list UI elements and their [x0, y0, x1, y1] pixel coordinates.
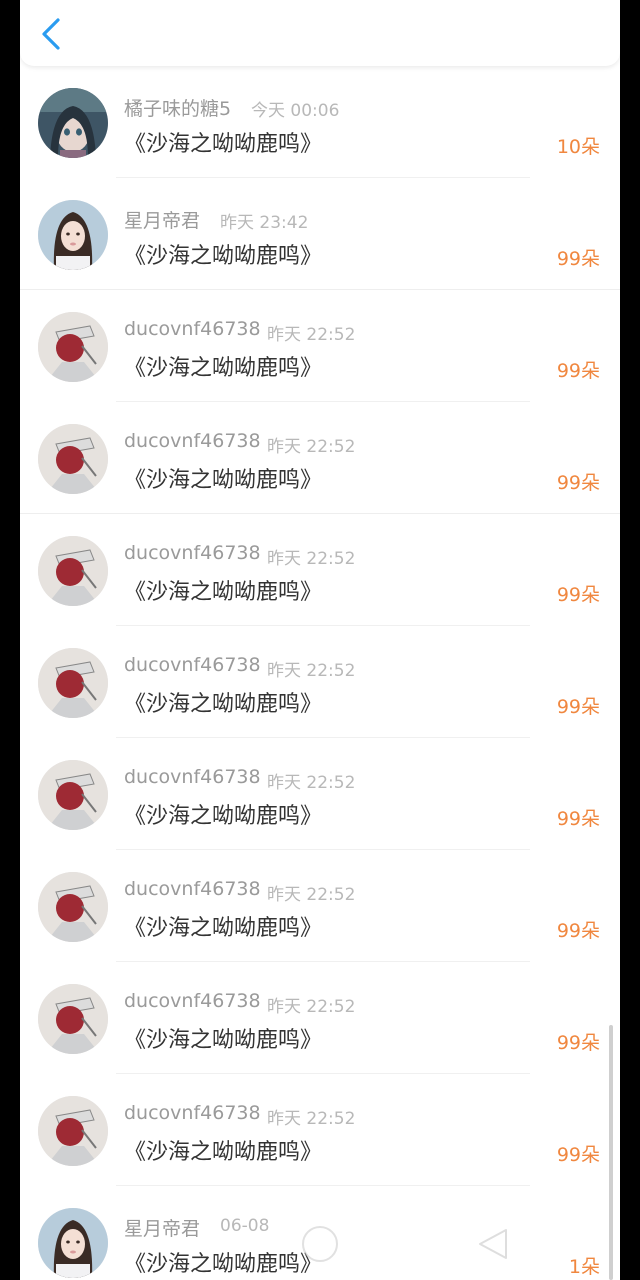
sender-name: ducovnf46738 — [124, 542, 261, 564]
gift-list-panel: 橘子味的糖5 今天 00:06 《沙海之呦呦鹿鸣》 10朵 星月帝君 昨天 23… — [20, 0, 620, 1280]
flower-count: 1朵 — [568, 1256, 600, 1278]
list-item[interactable]: ducovnf46738 昨天 22:52 《沙海之呦呦鹿鸣》 99朵 — [20, 1074, 620, 1186]
top-bar — [20, 0, 620, 66]
sender-name: ducovnf46738 — [124, 1102, 261, 1124]
home-nav-icon[interactable] — [302, 1226, 338, 1262]
flower-count: 99朵 — [556, 360, 600, 382]
back-button[interactable] — [38, 16, 70, 52]
flower-count: 99朵 — [556, 696, 600, 718]
chevron-left-icon — [42, 18, 60, 50]
book-title: 《沙海之呦呦鹿鸣》 — [124, 692, 323, 717]
woman-portrait-avatar-icon — [38, 200, 108, 270]
avatar[interactable] — [38, 1096, 108, 1166]
avatar[interactable] — [38, 760, 108, 830]
avatar[interactable] — [38, 872, 108, 942]
flower-count: 10朵 — [556, 136, 600, 158]
avatar[interactable] — [38, 424, 108, 494]
book-title: 《沙海之呦呦鹿鸣》 — [124, 916, 323, 941]
red-fan-avatar-icon — [38, 872, 108, 942]
woman-portrait-avatar-icon — [38, 1208, 108, 1278]
book-title: 《沙海之呦呦鹿鸣》 — [124, 1140, 323, 1165]
flower-count: 99朵 — [556, 584, 600, 606]
list-item[interactable]: ducovnf46738 昨天 22:52 《沙海之呦呦鹿鸣》 99朵 — [20, 850, 620, 962]
book-title: 《沙海之呦呦鹿鸣》 — [124, 580, 323, 605]
avatar[interactable] — [38, 648, 108, 718]
sender-name: 星月帝君 — [124, 1218, 201, 1240]
book-title: 《沙海之呦呦鹿鸣》 — [124, 1028, 323, 1053]
send-time: 昨天 22:52 — [267, 437, 356, 457]
book-title: 《沙海之呦呦鹿鸣》 — [124, 132, 323, 157]
sender-name: ducovnf46738 — [124, 878, 261, 900]
book-title: 《沙海之呦呦鹿鸣》 — [124, 1252, 323, 1277]
flower-count: 99朵 — [556, 920, 600, 942]
gift-record-list: 橘子味的糖5 今天 00:06 《沙海之呦呦鹿鸣》 10朵 星月帝君 昨天 23… — [20, 66, 620, 1280]
flower-count: 99朵 — [556, 1144, 600, 1166]
avatar[interactable] — [38, 312, 108, 382]
avatar[interactable] — [38, 200, 108, 270]
book-title: 《沙海之呦呦鹿鸣》 — [124, 468, 323, 493]
list-item[interactable]: ducovnf46738 昨天 22:52 《沙海之呦呦鹿鸣》 99朵 — [20, 962, 620, 1074]
red-fan-avatar-icon — [38, 648, 108, 718]
sender-name: ducovnf46738 — [124, 430, 261, 452]
list-item[interactable]: 橘子味的糖5 今天 00:06 《沙海之呦呦鹿鸣》 10朵 — [20, 66, 620, 178]
send-time: 昨天 22:52 — [267, 549, 356, 569]
red-fan-avatar-icon — [38, 424, 108, 494]
send-time: 昨天 22:52 — [267, 325, 356, 345]
avatar[interactable] — [38, 984, 108, 1054]
list-item[interactable]: ducovnf46738 昨天 22:52 《沙海之呦呦鹿鸣》 99朵 — [20, 514, 620, 626]
red-fan-avatar-icon — [38, 760, 108, 830]
send-time: 昨天 22:52 — [267, 773, 356, 793]
sender-name: ducovnf46738 — [124, 766, 261, 788]
back-nav-icon[interactable] — [476, 1226, 510, 1262]
flower-count: 99朵 — [556, 808, 600, 830]
flower-count: 99朵 — [556, 472, 600, 494]
send-time: 昨天 23:42 — [220, 213, 309, 233]
send-time: 昨天 22:52 — [267, 661, 356, 681]
send-time: 06-08 — [220, 1216, 270, 1236]
avatar[interactable] — [38, 536, 108, 606]
red-fan-avatar-icon — [38, 312, 108, 382]
sender-name: ducovnf46738 — [124, 990, 261, 1012]
book-title: 《沙海之呦呦鹿鸣》 — [124, 356, 323, 381]
list-item[interactable]: ducovnf46738 昨天 22:52 《沙海之呦呦鹿鸣》 99朵 — [20, 402, 620, 514]
flower-count: 99朵 — [556, 1032, 600, 1054]
book-title: 《沙海之呦呦鹿鸣》 — [124, 804, 323, 829]
red-fan-avatar-icon — [38, 984, 108, 1054]
sender-name: ducovnf46738 — [124, 654, 261, 676]
list-item[interactable]: 星月帝君 昨天 23:42 《沙海之呦呦鹿鸣》 99朵 — [20, 178, 620, 290]
sender-name: 橘子味的糖5 — [124, 98, 232, 120]
send-time: 昨天 22:52 — [267, 997, 356, 1017]
list-item[interactable]: ducovnf46738 昨天 22:52 《沙海之呦呦鹿鸣》 99朵 — [20, 290, 620, 402]
red-fan-avatar-icon — [38, 1096, 108, 1166]
send-time: 昨天 22:52 — [267, 885, 356, 905]
red-fan-avatar-icon — [38, 536, 108, 606]
anime-girl-avatar-icon — [38, 88, 108, 158]
list-item[interactable]: ducovnf46738 昨天 22:52 《沙海之呦呦鹿鸣》 99朵 — [20, 626, 620, 738]
sender-name: 星月帝君 — [124, 210, 201, 232]
scrollbar[interactable] — [609, 1025, 613, 1280]
send-time: 今天 00:06 — [251, 101, 340, 121]
avatar[interactable] — [38, 88, 108, 158]
flower-count: 99朵 — [556, 248, 600, 270]
book-title: 《沙海之呦呦鹿鸣》 — [124, 244, 323, 269]
sender-name: ducovnf46738 — [124, 318, 261, 340]
list-item[interactable]: ducovnf46738 昨天 22:52 《沙海之呦呦鹿鸣》 99朵 — [20, 738, 620, 850]
send-time: 昨天 22:52 — [267, 1109, 356, 1129]
avatar[interactable] — [38, 1208, 108, 1278]
